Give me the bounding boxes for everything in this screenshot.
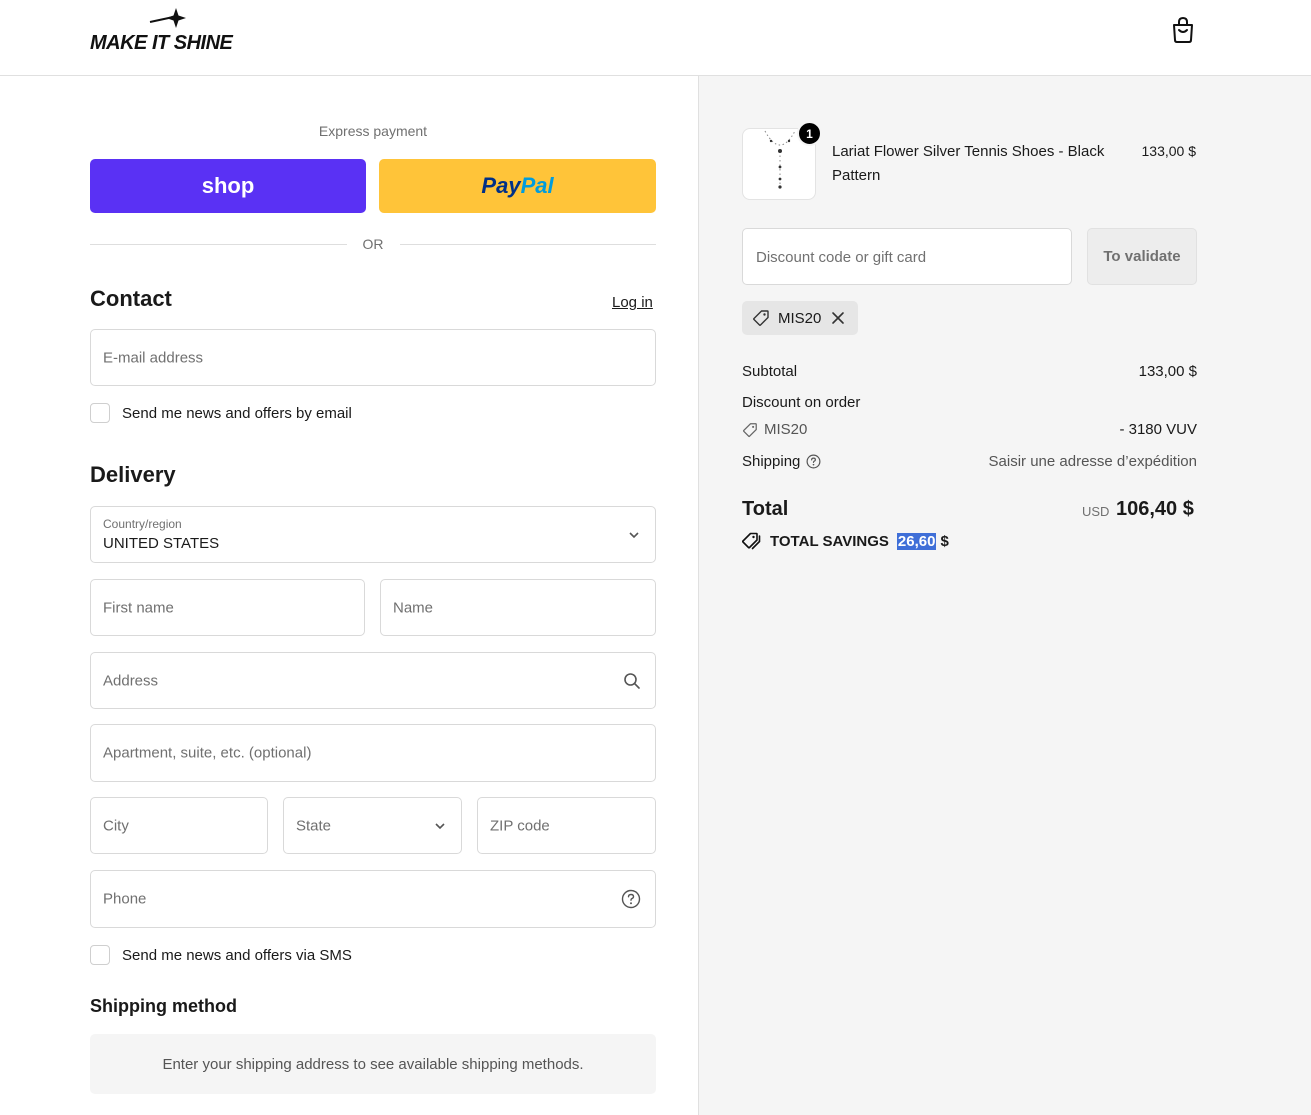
shipping-value: Saisir une adresse d’expédition <box>988 453 1197 470</box>
help-icon[interactable] <box>621 889 641 909</box>
news-email-option[interactable]: Send me news and offers by email <box>90 403 352 423</box>
paypal-button[interactable]: Pay Pal <box>379 159 656 213</box>
shipping-method-notice: Enter your shipping address to see avail… <box>90 1034 656 1094</box>
savings-label: TOTAL SAVINGS <box>770 532 889 550</box>
first-name-field[interactable]: First name <box>90 579 365 636</box>
apartment-placeholder: Apartment, suite, etc. (optional) <box>103 744 312 762</box>
total-label: Total <box>742 498 789 520</box>
tag-icon <box>742 422 757 437</box>
discount-code-field[interactable]: Discount code or gift card <box>742 228 1072 285</box>
validate-label: To validate <box>1103 248 1181 265</box>
state-select[interactable]: State <box>283 797 462 854</box>
shipping-label: Shipping <box>742 453 801 470</box>
quantity-badge: 1 <box>797 121 822 146</box>
city-field[interactable]: City <box>90 797 268 854</box>
tags-icon <box>742 532 761 550</box>
discount-label: Discount on order <box>742 394 861 411</box>
shop-pay-label: shop <box>201 173 255 198</box>
discount-code-row: MIS20 - 3180 VUV <box>742 421 1197 438</box>
country-value: UNITED STATES <box>103 535 220 552</box>
header: MAKE IT SHINE <box>0 0 1311 76</box>
or-text: OR <box>362 236 384 252</box>
address-placeholder: Address <box>103 672 159 689</box>
country-select[interactable]: Country/region UNITED STATES <box>90 506 656 563</box>
discount-placeholder: Discount code or gift card <box>756 249 927 266</box>
discount-code-label: MIS20 <box>764 421 808 438</box>
email-placeholder: E-mail address <box>103 349 204 366</box>
brand-logo[interactable]: MAKE IT SHINE <box>90 6 260 56</box>
sparkle-icon <box>149 8 186 28</box>
savings-currency: $ <box>940 532 949 550</box>
subtotal-value: 133,00 $ <box>1138 363 1197 380</box>
chevron-down-icon <box>627 528 641 542</box>
country-label: Country/region <box>103 517 182 531</box>
shipping-method-title: Shipping method <box>90 996 237 1016</box>
subtotal-label: Subtotal <box>742 363 798 380</box>
name-field[interactable]: Name <box>380 579 656 636</box>
contact-title: Contact <box>90 286 172 311</box>
total-currency: USD <box>1082 504 1110 519</box>
applied-code-text: MIS20 <box>778 309 822 327</box>
phone-field[interactable]: Phone <box>90 870 656 928</box>
login-link[interactable]: Log in <box>612 294 653 311</box>
shipping-row: Shipping Saisir une adresse d’expédition <box>742 453 1197 470</box>
address-field[interactable]: Address <box>90 652 656 709</box>
paypal-label-part1: Pay <box>481 173 521 198</box>
help-icon[interactable] <box>806 454 821 469</box>
product-price: 133,00 $ <box>1141 143 1197 159</box>
express-payment-label: Express payment <box>318 123 428 139</box>
paypal-label-part2: Pal <box>520 173 554 198</box>
total-savings: TOTAL SAVINGS 26,60 $ <box>742 532 949 550</box>
subtotal-row: Subtotal 133,00 $ <box>742 363 1197 380</box>
delivery-title: Delivery <box>90 462 176 487</box>
shipping-method-message: Enter your shipping address to see avail… <box>162 1055 584 1073</box>
zip-placeholder: ZIP code <box>490 817 550 834</box>
news-sms-checkbox[interactable] <box>90 945 110 965</box>
divider-line <box>90 243 347 245</box>
chevron-down-icon <box>433 819 447 833</box>
news-email-checkbox[interactable] <box>90 403 110 423</box>
or-divider: OR <box>90 236 656 252</box>
search-icon[interactable] <box>623 672 641 690</box>
discount-row: Discount on order <box>742 394 1197 411</box>
apartment-field[interactable]: Apartment, suite, etc. (optional) <box>90 724 656 782</box>
zip-field[interactable]: ZIP code <box>477 797 656 854</box>
shopping-bag-icon[interactable] <box>1170 16 1196 44</box>
first-name-placeholder: First name <box>103 599 174 616</box>
news-sms-label: Send me news and offers via SMS <box>122 946 352 964</box>
applied-discount-tag: MIS20 <box>742 301 858 335</box>
shop-pay-button[interactable]: shop <box>90 159 366 213</box>
name-placeholder: Name <box>393 599 434 616</box>
divider-line <box>399 243 656 245</box>
discount-value: - 3180 VUV <box>1119 421 1197 438</box>
savings-amount: 26,60 <box>896 532 937 550</box>
validate-discount-button[interactable]: To validate <box>1087 228 1197 285</box>
phone-placeholder: Phone <box>103 890 147 908</box>
news-email-label: Send me news and offers by email <box>122 404 352 422</box>
email-field[interactable]: E-mail address <box>90 329 656 386</box>
close-icon[interactable] <box>831 311 845 325</box>
total-value: 106,40 $ <box>1116 498 1194 520</box>
product-name: Lariat Flower Silver Tennis Shoes - Blac… <box>832 143 1105 184</box>
tag-icon <box>753 310 769 326</box>
state-placeholder: State <box>296 817 332 834</box>
news-sms-option[interactable]: Send me news and offers via SMS <box>90 945 352 965</box>
city-placeholder: City <box>103 817 129 834</box>
brand-name: MAKE IT SHINE <box>90 32 233 54</box>
